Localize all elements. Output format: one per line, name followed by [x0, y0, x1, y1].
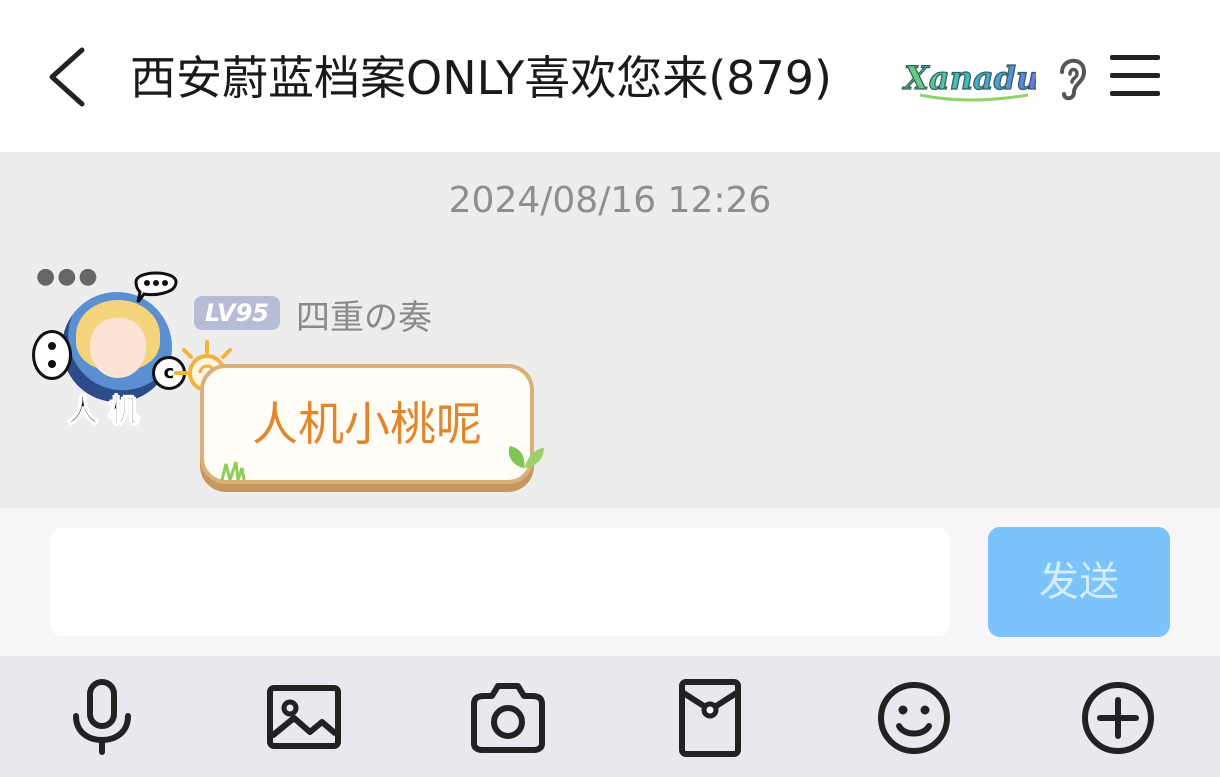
xanadu-logo: Xanadu [901, 58, 1036, 102]
xanadu-logo-text: Xanadu [902, 59, 1036, 97]
message-text: 人机小桃呢 [252, 397, 482, 451]
message-bubble[interactable]: 人机小桃呢 [200, 364, 534, 484]
emoji-icon[interactable] [874, 678, 954, 758]
avatar[interactable]: ●●● c 人 机 [28, 262, 188, 432]
level-badge: LV95 [194, 296, 280, 330]
message-timestamp: 2024/08/16 12:26 [448, 180, 772, 221]
microphone-icon[interactable] [62, 678, 142, 758]
leaf-decoration-icon [508, 446, 544, 468]
send-button[interactable]: 发送 [988, 527, 1170, 637]
chat-header: 西安蔚蓝档案ONLY喜欢您来(879) Xanadu [0, 0, 1220, 152]
bottom-toolbar [0, 656, 1220, 777]
message-input[interactable] [50, 528, 950, 636]
ear-icon[interactable] [1052, 50, 1092, 104]
avatar-dots-decoration: ●●● [36, 264, 100, 289]
input-bar: 发送 [0, 508, 1220, 656]
avatar-decoration [32, 330, 72, 380]
avatar-tag: 人 机 [67, 394, 139, 430]
red-packet-icon[interactable] [670, 678, 750, 758]
chat-area[interactable]: 2024/08/16 12:26 ●●● c 人 机 LV95 四重の奏 人机小… [0, 152, 1220, 508]
group-title[interactable]: 西安蔚蓝档案ONLY喜欢您来(879) [130, 40, 832, 116]
image-icon[interactable] [264, 678, 344, 758]
grass-decoration-icon [220, 461, 246, 480]
plus-icon[interactable] [1078, 678, 1158, 758]
sender-name[interactable]: 四重の奏 [296, 290, 432, 339]
menu-icon[interactable] [1108, 52, 1162, 100]
camera-icon[interactable] [468, 678, 548, 758]
speech-bubble-icon [134, 271, 178, 303]
back-arrow-icon[interactable] [44, 46, 92, 108]
